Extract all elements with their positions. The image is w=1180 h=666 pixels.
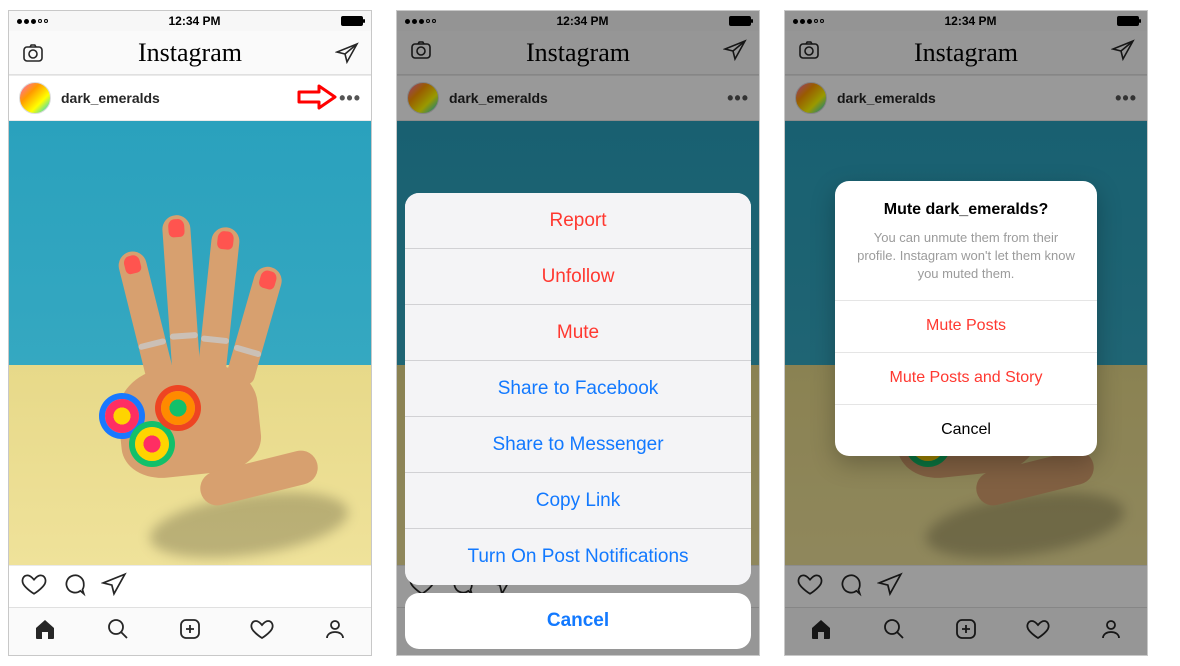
tab-home-icon[interactable] [33, 617, 57, 646]
tab-profile-icon[interactable] [323, 617, 347, 646]
action-unfollow[interactable]: Unfollow [405, 249, 751, 305]
mute-posts-story-button[interactable]: Mute Posts and Story [835, 352, 1097, 404]
navbar: Instagram [9, 31, 371, 75]
action-mute[interactable]: Mute [405, 305, 751, 361]
tab-bar [9, 607, 371, 655]
screen-action-sheet: 12:34 PM Instagram dark_emeralds ••• [396, 10, 760, 656]
action-share-messenger[interactable]: Share to Messenger [405, 417, 751, 473]
tab-search-icon[interactable] [106, 617, 130, 646]
avatar[interactable] [19, 82, 51, 114]
post-image[interactable] [9, 121, 371, 565]
action-share-facebook[interactable]: Share to Facebook [405, 361, 751, 417]
tab-activity-icon[interactable] [250, 617, 274, 646]
tab-add-post-icon[interactable] [178, 617, 202, 646]
screen-mute-dialog: 12:34 PM Instagram dark_emeralds ••• [784, 10, 1148, 656]
comment-icon[interactable] [61, 571, 87, 602]
signal-dots-icon [17, 19, 48, 24]
direct-message-icon[interactable] [335, 41, 359, 65]
callout-arrow-icon [297, 84, 337, 115]
mute-dialog-message: You can unmute them from their profile. … [853, 229, 1079, 284]
instagram-logo: Instagram [138, 38, 242, 68]
battery-icon [341, 16, 363, 26]
share-icon[interactable] [101, 571, 127, 602]
action-notifications[interactable]: Turn On Post Notifications [405, 529, 751, 585]
status-bar: 12:34 PM [9, 11, 371, 31]
action-cancel[interactable]: Cancel [405, 593, 751, 649]
like-icon[interactable] [21, 571, 47, 602]
post-username[interactable]: dark_emeralds [61, 90, 160, 106]
more-options-icon[interactable]: ••• [339, 88, 361, 109]
action-copy-link[interactable]: Copy Link [405, 473, 751, 529]
clock-label: 12:34 PM [168, 14, 220, 28]
mute-posts-button[interactable]: Mute Posts [835, 300, 1097, 352]
mute-cancel-button[interactable]: Cancel [835, 404, 1097, 456]
action-report[interactable]: Report [405, 193, 751, 249]
mute-dialog-title: Mute dark_emeralds? [853, 201, 1079, 219]
post-action-row [9, 565, 371, 607]
screen-feed: 12:34 PM Instagram dark_emeralds ••• [8, 10, 372, 656]
action-sheet: Report Unfollow Mute Share to Facebook S… [405, 193, 751, 649]
mute-dialog: Mute dark_emeralds? You can unmute them … [835, 181, 1097, 456]
camera-icon[interactable] [21, 41, 45, 65]
